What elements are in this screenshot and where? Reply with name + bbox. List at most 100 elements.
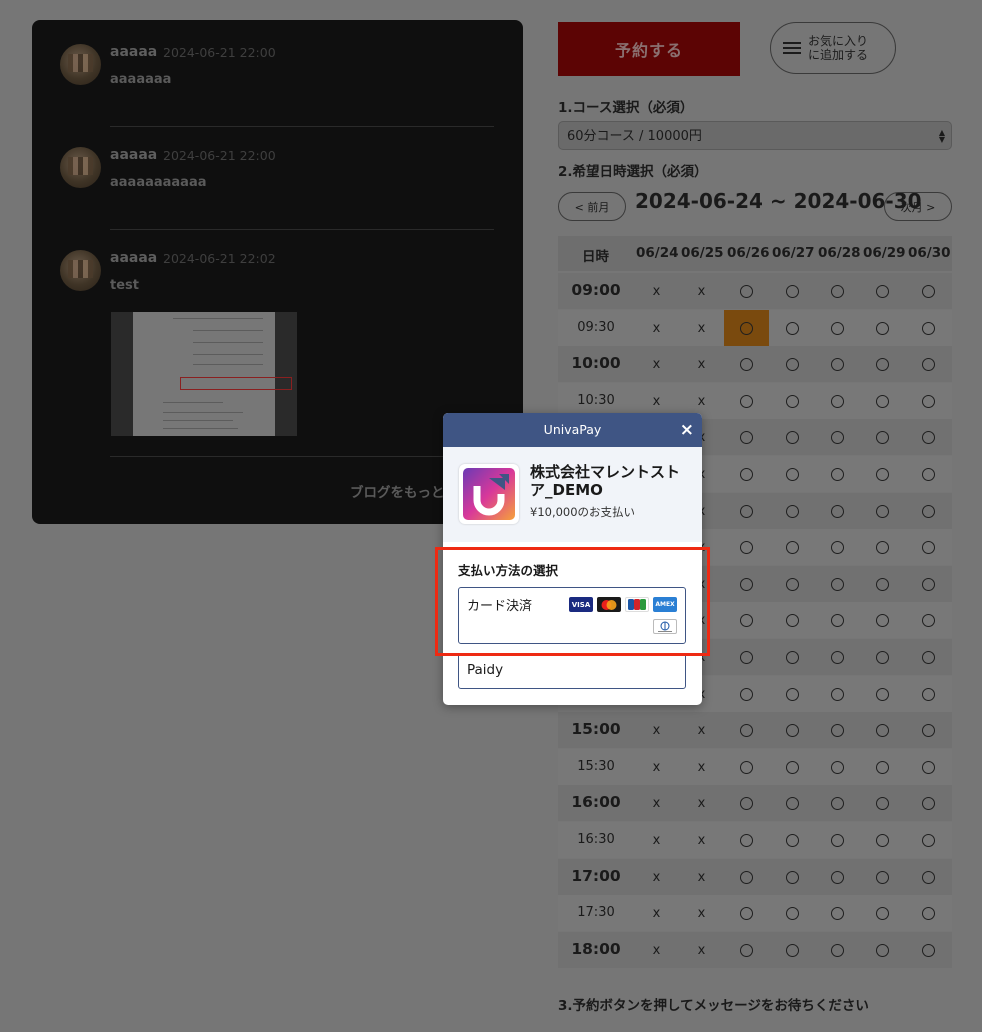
slot-available[interactable] bbox=[906, 383, 951, 419]
slot-available[interactable] bbox=[724, 419, 769, 455]
slot-available[interactable] bbox=[860, 895, 905, 931]
slot-available[interactable] bbox=[860, 602, 905, 638]
slot-available[interactable] bbox=[724, 529, 769, 565]
slot-available[interactable] bbox=[724, 895, 769, 931]
slot-available[interactable] bbox=[770, 493, 815, 529]
slot-available[interactable] bbox=[815, 785, 860, 821]
slot-available[interactable] bbox=[860, 456, 905, 492]
slot-available[interactable] bbox=[770, 346, 815, 382]
slot-available[interactable] bbox=[860, 749, 905, 785]
slot-available[interactable] bbox=[815, 273, 860, 309]
close-icon[interactable]: × bbox=[680, 413, 694, 447]
slot-available[interactable] bbox=[906, 273, 951, 309]
slot-available[interactable] bbox=[906, 676, 951, 712]
slot-available[interactable] bbox=[860, 785, 905, 821]
slot-available[interactable] bbox=[770, 419, 815, 455]
slot-available[interactable] bbox=[724, 273, 769, 309]
slot-available[interactable] bbox=[815, 310, 860, 346]
blog-more-link[interactable]: ブログをもっと bbox=[350, 481, 445, 501]
slot-available[interactable] bbox=[770, 310, 815, 346]
slot-available[interactable] bbox=[770, 529, 815, 565]
slot-available[interactable] bbox=[724, 493, 769, 529]
slot-available[interactable] bbox=[906, 932, 951, 968]
slot-available[interactable] bbox=[906, 566, 951, 602]
slot-available[interactable] bbox=[770, 895, 815, 931]
reserve-button[interactable]: 予約する bbox=[558, 22, 740, 76]
slot-available[interactable] bbox=[770, 566, 815, 602]
slot-available[interactable] bbox=[906, 822, 951, 858]
slot-available[interactable] bbox=[815, 419, 860, 455]
slot-available[interactable] bbox=[906, 529, 951, 565]
slot-available[interactable] bbox=[724, 566, 769, 602]
slot-available[interactable] bbox=[815, 602, 860, 638]
slot-available[interactable] bbox=[815, 566, 860, 602]
slot-available[interactable] bbox=[906, 602, 951, 638]
slot-available[interactable] bbox=[724, 676, 769, 712]
slot-available[interactable] bbox=[906, 639, 951, 675]
slot-available[interactable] bbox=[860, 493, 905, 529]
slot-available[interactable] bbox=[906, 785, 951, 821]
slot-available[interactable] bbox=[860, 273, 905, 309]
slot-available[interactable] bbox=[906, 310, 951, 346]
slot-available[interactable] bbox=[815, 639, 860, 675]
slot-available[interactable] bbox=[770, 785, 815, 821]
slot-selected[interactable] bbox=[724, 310, 769, 346]
slot-available[interactable] bbox=[770, 859, 815, 895]
slot-available[interactable] bbox=[724, 749, 769, 785]
slot-available[interactable] bbox=[770, 273, 815, 309]
slot-available[interactable] bbox=[770, 456, 815, 492]
slot-available[interactable] bbox=[770, 676, 815, 712]
slot-available[interactable] bbox=[815, 456, 860, 492]
slot-available[interactable] bbox=[770, 932, 815, 968]
slot-available[interactable] bbox=[815, 712, 860, 748]
slot-available[interactable] bbox=[724, 383, 769, 419]
slot-available[interactable] bbox=[815, 932, 860, 968]
slot-available[interactable] bbox=[860, 859, 905, 895]
slot-available[interactable] bbox=[906, 712, 951, 748]
slot-available[interactable] bbox=[815, 493, 860, 529]
slot-available[interactable] bbox=[815, 676, 860, 712]
slot-available[interactable] bbox=[770, 383, 815, 419]
next-week-button[interactable]: 次月 > bbox=[884, 192, 952, 221]
slot-available[interactable] bbox=[770, 822, 815, 858]
slot-available[interactable] bbox=[906, 859, 951, 895]
slot-available[interactable] bbox=[724, 859, 769, 895]
slot-available[interactable] bbox=[906, 456, 951, 492]
prev-week-button[interactable]: < 前月 bbox=[558, 192, 626, 221]
slot-available[interactable] bbox=[724, 822, 769, 858]
slot-available[interactable] bbox=[724, 785, 769, 821]
slot-available[interactable] bbox=[860, 383, 905, 419]
slot-available[interactable] bbox=[860, 346, 905, 382]
course-select[interactable]: 60分コース / 10000円 ▲ ▼ bbox=[558, 121, 952, 150]
slot-available[interactable] bbox=[724, 932, 769, 968]
add-favorite-button[interactable]: お気に入り に追加する bbox=[770, 22, 896, 74]
slot-available[interactable] bbox=[815, 859, 860, 895]
slot-available[interactable] bbox=[770, 749, 815, 785]
paidy-payment-option[interactable]: Paidy bbox=[458, 653, 686, 689]
slot-available[interactable] bbox=[815, 529, 860, 565]
slot-available[interactable] bbox=[770, 712, 815, 748]
slot-available[interactable] bbox=[724, 639, 769, 675]
slot-available[interactable] bbox=[860, 310, 905, 346]
comment-attachment-image[interactable] bbox=[111, 312, 297, 436]
slot-available[interactable] bbox=[906, 346, 951, 382]
slot-available[interactable] bbox=[906, 419, 951, 455]
slot-available[interactable] bbox=[724, 602, 769, 638]
slot-available[interactable] bbox=[860, 639, 905, 675]
slot-available[interactable] bbox=[815, 383, 860, 419]
slot-available[interactable] bbox=[860, 419, 905, 455]
slot-available[interactable] bbox=[770, 639, 815, 675]
slot-available[interactable] bbox=[815, 749, 860, 785]
slot-available[interactable] bbox=[815, 346, 860, 382]
slot-available[interactable] bbox=[860, 676, 905, 712]
slot-available[interactable] bbox=[860, 932, 905, 968]
slot-available[interactable] bbox=[770, 602, 815, 638]
slot-available[interactable] bbox=[860, 529, 905, 565]
slot-available[interactable] bbox=[724, 712, 769, 748]
slot-available[interactable] bbox=[815, 895, 860, 931]
slot-available[interactable] bbox=[860, 712, 905, 748]
slot-available[interactable] bbox=[860, 822, 905, 858]
slot-available[interactable] bbox=[724, 346, 769, 382]
slot-available[interactable] bbox=[906, 749, 951, 785]
slot-available[interactable] bbox=[906, 895, 951, 931]
